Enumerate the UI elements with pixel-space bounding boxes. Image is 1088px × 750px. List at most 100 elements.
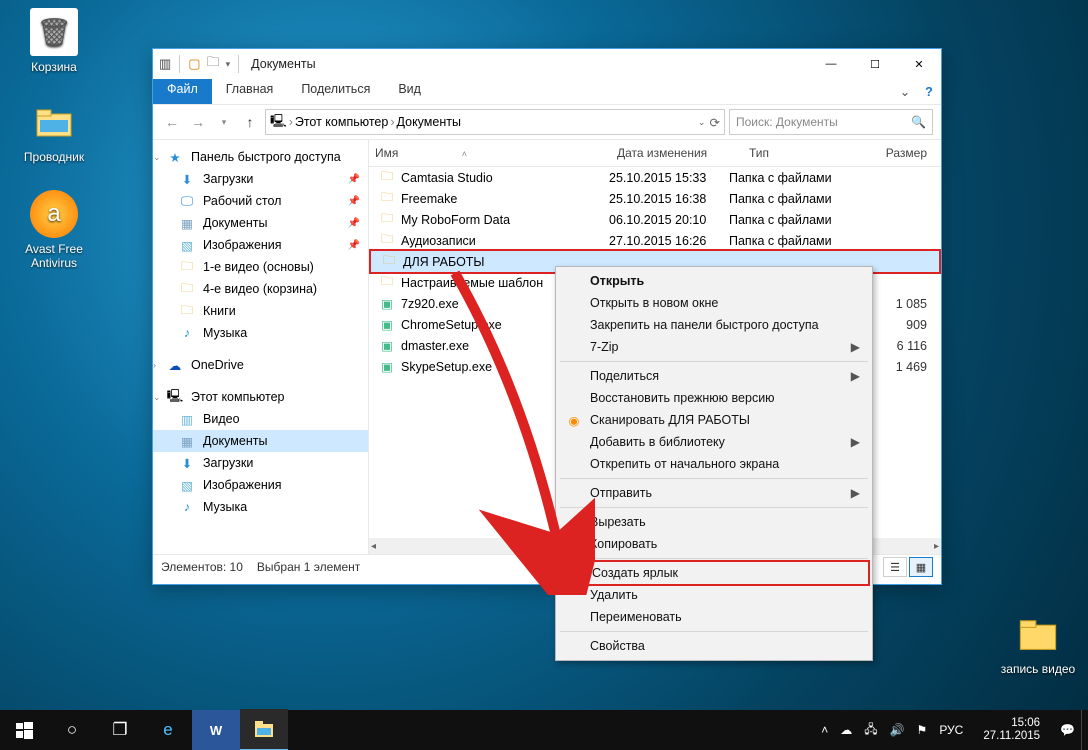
ctx-create-shortcut[interactable]: Создать ярлык [558,560,870,586]
refresh-icon[interactable]: ⟳ [710,115,720,130]
star-icon: ★ [167,149,183,165]
ctx-share[interactable]: Поделиться▶ [558,365,870,387]
ribbon-expand-icon[interactable]: ⌄ [893,79,917,104]
edge-button[interactable]: e [144,710,192,750]
word-button[interactable]: W [192,710,240,750]
view-icons-button[interactable]: ▦ [909,557,933,577]
properties-icon[interactable]: ▥ [159,56,171,72]
tab-share[interactable]: Поделиться [287,79,384,104]
file-date: 25.10.2015 15:33 [609,171,729,185]
qat-chevron-icon[interactable]: ▾ [226,59,231,70]
forward-button[interactable]: → [187,111,209,133]
titlebar[interactable]: ▥ ▢ 🗀 ▾ Документы — ☐ ✕ [153,49,941,79]
nav-pc-music[interactable]: ♪Музыка [153,496,368,518]
clock-time: 15:06 [983,717,1040,730]
breadcrumb[interactable]: 🖳 › Этот компьютер › Документы ⌄ ⟳ [265,109,725,135]
nav-item-downloads[interactable]: ⬇Загрузки📌 [153,168,368,190]
crumb-leaf[interactable]: Документы [397,115,461,129]
tab-view[interactable]: Вид [384,79,435,104]
chevron-down-icon[interactable]: ⌄ [698,117,706,128]
folder-icon [1014,610,1062,658]
nav-pane[interactable]: ⌄★Панель быстрого доступа ⬇Загрузки📌 🖵Ра… [153,140,369,554]
column-headers[interactable]: Имя ˄ Дата изменения Тип Размер [369,140,941,167]
col-date[interactable]: Дата изменения [611,146,743,160]
search-button[interactable]: ○ [48,710,96,750]
onedrive-icon: ☁ [167,357,183,373]
taskbar[interactable]: ○ ❐ e W ˄ ☁ 🖧 🔊 ⚑ РУС 15:06 27.11.2015 💬 [0,710,1088,750]
pin-icon: 📌 [348,174,360,185]
nav-item-music[interactable]: ♪Музыка [153,322,368,344]
icon-label: Avast Free Antivirus [14,242,94,270]
folder-small-icon: 🗀 [207,53,220,75]
nav-pc-documents[interactable]: ▦Документы [153,430,368,452]
back-button[interactable]: ← [161,111,183,133]
minimize-button[interactable]: — [809,49,853,79]
desktop-icon-avast[interactable]: a Avast Free Antivirus [14,190,94,270]
tab-home[interactable]: Главная [212,79,288,104]
new-folder-icon[interactable]: ▢ [188,56,200,72]
ctx-pin-quick[interactable]: Закрепить на панели быстрого доступа [558,314,870,336]
col-name[interactable]: Имя ˄ [369,146,611,160]
ctx-send-to[interactable]: Отправить▶ [558,482,870,504]
clock[interactable]: 15:06 27.11.2015 [975,717,1048,743]
maximize-button[interactable]: ☐ [853,49,897,79]
nav-item-folder1[interactable]: 🗀1-е видео (основы) [153,256,368,278]
network-icon[interactable]: 🖧 [864,720,877,741]
tray-chevron-icon[interactable]: ˄ [821,723,828,737]
ctx-unpin-start[interactable]: Открепить от начального экрана [558,453,870,475]
view-details-button[interactable]: ☰ [883,557,907,577]
ctx-7zip[interactable]: 7-Zip▶ [558,336,870,358]
ctx-rename[interactable]: Переименовать [558,606,870,628]
desktop-icon-recycle-bin[interactable]: 🗑 Корзина [14,8,94,74]
language-indicator[interactable]: РУС [939,723,963,737]
start-button[interactable] [0,710,48,750]
nav-pc-video[interactable]: ▥Видео [153,408,368,430]
pin-icon: 📌 [348,196,360,207]
task-view-button[interactable]: ❐ [96,710,144,750]
close-button[interactable]: ✕ [897,49,941,79]
nav-onedrive[interactable]: ›☁OneDrive [153,354,368,376]
file-row[interactable]: 🗀Freemake25.10.2015 16:38Папка с файлами [369,188,941,209]
help-icon[interactable]: ? [917,79,941,104]
explorer-taskbar-button[interactable] [240,709,288,750]
search-input[interactable]: Поиск: Документы 🔍 [729,109,933,135]
music-icon: ♪ [179,499,195,515]
nav-item-books[interactable]: 🗀Книги [153,300,368,322]
ctx-open[interactable]: Открыть [558,270,870,292]
ctx-delete[interactable]: Удалить [558,584,870,606]
file-name: dmaster.exe [401,339,469,353]
nav-this-pc[interactable]: ⌄🖳Этот компьютер [153,386,368,408]
system-tray[interactable]: ˄ ☁ 🖧 🔊 ⚑ РУС 15:06 27.11.2015 💬 [815,717,1081,743]
desktop-icon-video-folder[interactable]: запись видео [998,610,1078,676]
volume-icon[interactable]: 🔊 [890,723,905,737]
file-row[interactable]: 🗀Camtasia Studio25.10.2015 15:33Папка с … [369,167,941,188]
file-row[interactable]: 🗀My RoboForm Data06.10.2015 20:10Папка с… [369,209,941,230]
file-row[interactable]: 🗀Аудиозаписи27.10.2015 16:26Папка с файл… [369,230,941,251]
tab-file[interactable]: Файл [153,79,212,104]
nav-pc-pictures[interactable]: ▧Изображения [153,474,368,496]
col-type[interactable]: Тип [743,146,875,160]
nav-pc-downloads[interactable]: ⬇Загрузки [153,452,368,474]
onedrive-tray-icon[interactable]: ☁ [840,723,852,737]
ctx-cut[interactable]: Вырезать [558,511,870,533]
ctx-open-new-window[interactable]: Открыть в новом окне [558,292,870,314]
ctx-add-library[interactable]: Добавить в библиотеку▶ [558,431,870,453]
desktop-icon-explorer[interactable]: Проводник [14,98,94,164]
up-button[interactable]: ↑ [239,111,261,133]
nav-quick-access[interactable]: ⌄★Панель быстрого доступа [153,146,368,168]
ctx-scan[interactable]: ◉Сканировать ДЛЯ РАБОТЫ [558,409,870,431]
show-desktop-button[interactable] [1081,710,1088,750]
folder-icon: 🗀 [379,275,395,291]
ctx-copy[interactable]: Копировать [558,533,870,555]
ctx-restore[interactable]: Восстановить прежнюю версию [558,387,870,409]
nav-item-folder2[interactable]: 🗀4-е видео (корзина) [153,278,368,300]
crumb-root[interactable]: Этот компьютер [295,115,388,129]
nav-item-pictures[interactable]: ▧Изображения📌 [153,234,368,256]
nav-item-desktop[interactable]: 🖵Рабочий стол📌 [153,190,368,212]
recent-dropdown-icon[interactable]: ▾ [213,111,235,133]
flag-icon[interactable]: ⚑ [917,723,928,737]
ctx-properties[interactable]: Свойства [558,635,870,657]
nav-item-documents[interactable]: ▦Документы📌 [153,212,368,234]
col-size[interactable]: Размер [875,146,941,160]
notifications-icon[interactable]: 💬 [1060,723,1075,737]
